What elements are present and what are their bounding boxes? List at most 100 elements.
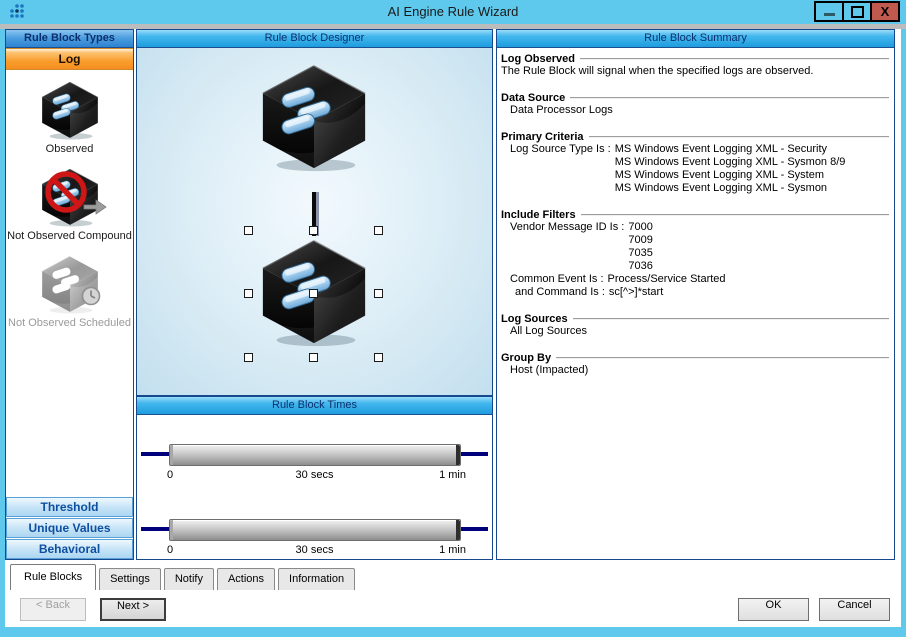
selection-handle[interactable] xyxy=(244,289,253,298)
rule-block-cube-top[interactable] xyxy=(255,58,373,176)
arrow-icon xyxy=(83,199,107,215)
type-item-label: Observed xyxy=(46,143,94,156)
unique-values-button[interactable]: Unique Values xyxy=(6,518,133,538)
close-button[interactable]: X xyxy=(870,1,900,22)
type-item-observed[interactable]: Observed xyxy=(6,80,133,156)
time-slider-1: 0 30 secs 1 min xyxy=(141,425,488,487)
slider-range-handle[interactable] xyxy=(169,519,461,541)
designer-header: Rule Block Designer xyxy=(137,30,492,48)
section-log-observed: Log Observed The Rule Block will signal … xyxy=(501,53,889,78)
tick-label: 30 secs xyxy=(141,469,488,481)
bottom-bar: Rule Blocks Settings Notify Actions Info… xyxy=(5,560,901,627)
rule-block-designer-panel: Rule Block Designer Rule Block Times 0 3… xyxy=(136,29,493,560)
data-source-value: Data Processor Logs xyxy=(501,104,889,117)
minimize-button[interactable] xyxy=(814,1,844,22)
selection-handle[interactable] xyxy=(244,226,253,235)
section-title: Primary Criteria xyxy=(501,131,584,143)
threshold-button[interactable]: Threshold xyxy=(6,497,133,517)
section-include-filters: Include Filters Vendor Message ID Is : 7… xyxy=(501,209,889,299)
log-observed-text: The Rule Block will signal when the spec… xyxy=(501,65,889,78)
rule-block-types-panel: Rule Block Types Log Observed xyxy=(5,29,134,560)
tab-actions[interactable]: Actions xyxy=(217,568,275,590)
selection-handle[interactable] xyxy=(374,226,383,235)
time-slider-2: 0 30 secs 1 min xyxy=(141,500,488,562)
maximize-icon xyxy=(851,6,864,18)
filter-label: and Command Is : xyxy=(515,286,605,299)
close-icon: X xyxy=(881,4,890,19)
section-title: Group By xyxy=(501,352,551,364)
minimize-icon xyxy=(824,13,835,16)
tab-notify[interactable]: Notify xyxy=(164,568,214,590)
window-title: AI Engine Rule Wizard xyxy=(0,4,906,19)
filter-value: 7035 xyxy=(628,247,652,260)
type-item-label: Not Observed Compound xyxy=(7,230,132,243)
group-by-value: Host (Impacted) xyxy=(501,364,889,377)
section-title: Log Observed xyxy=(501,53,575,65)
clock-icon xyxy=(81,286,101,306)
type-item-not-observed-compound[interactable]: Not Observed Compound xyxy=(6,167,133,243)
titlebar: AI Engine Rule Wizard X xyxy=(0,0,906,24)
ok-button[interactable]: OK xyxy=(738,598,809,621)
tick-label: 1 min xyxy=(439,469,466,481)
section-data-source: Data Source Data Processor Logs xyxy=(501,92,889,117)
tick-label: 1 min xyxy=(439,544,466,556)
criteria-value: MS Windows Event Logging XML - Security xyxy=(615,143,846,156)
filter-value: sc[^>]*start xyxy=(609,286,663,299)
rule-block-times-header: Rule Block Times xyxy=(137,396,492,415)
section-log-sources: Log Sources All Log Sources xyxy=(501,313,889,338)
ai-engine-rule-wizard-window: AI Engine Rule Wizard X Rule Block Types… xyxy=(0,0,906,637)
selection-handle[interactable] xyxy=(374,353,383,362)
tick-label: 30 secs xyxy=(141,544,488,556)
slider-ticks: 0 30 secs 1 min xyxy=(141,544,488,558)
slider-range-handle[interactable] xyxy=(169,444,461,466)
section-title: Include Filters xyxy=(501,209,576,221)
other-type-buttons: Threshold Unique Values Behavioral xyxy=(6,497,133,559)
section-rule xyxy=(556,357,889,359)
next-button[interactable]: Next > xyxy=(100,598,166,621)
filter-value: 7000 xyxy=(628,221,652,234)
criteria-value: MS Windows Event Logging XML - Sysmon xyxy=(615,182,846,195)
type-item-label: Not Observed Scheduled xyxy=(8,317,131,330)
section-group-by: Group By Host (Impacted) xyxy=(501,352,889,377)
criteria-value: MS Windows Event Logging XML - Sysmon 8/… xyxy=(615,156,846,169)
behavioral-button[interactable]: Behavioral xyxy=(6,539,133,559)
summary-body: Log Observed The Rule Block will signal … xyxy=(497,48,894,559)
wizard-tabs: Rule Blocks Settings Notify Actions Info… xyxy=(10,564,358,590)
section-title: Data Source xyxy=(501,92,565,104)
filter-label: Vendor Message ID Is : xyxy=(510,221,624,273)
rule-block-times-body: 0 30 secs 1 min 0 30 secs 1 min xyxy=(137,415,492,559)
selection-handle[interactable] xyxy=(309,289,318,298)
tab-rule-blocks[interactable]: Rule Blocks xyxy=(10,564,96,590)
type-item-not-observed-scheduled: Not Observed Scheduled xyxy=(6,254,133,330)
slider-ticks: 0 30 secs 1 min xyxy=(141,469,488,483)
selection-handle[interactable] xyxy=(244,353,253,362)
selection-handle[interactable] xyxy=(309,226,318,235)
tab-settings[interactable]: Settings xyxy=(99,568,161,590)
rule-block-types-header: Rule Block Types xyxy=(6,30,133,48)
rule-block-type-list: Observed Not Observed Compound xyxy=(6,70,133,497)
cancel-button[interactable]: Cancel xyxy=(819,598,890,621)
section-title: Log Sources xyxy=(501,313,568,325)
section-rule xyxy=(580,58,889,60)
filter-value: 7036 xyxy=(628,260,652,273)
tab-information[interactable]: Information xyxy=(278,568,355,590)
filter-value: 7009 xyxy=(628,234,652,247)
not-observed-scheduled-icon xyxy=(37,254,103,314)
designer-canvas[interactable] xyxy=(137,48,492,396)
section-rule xyxy=(581,214,889,216)
section-primary-criteria: Primary Criteria Log Source Type Is : MS… xyxy=(501,131,889,195)
section-rule xyxy=(589,136,889,138)
not-observed-compound-icon xyxy=(37,167,103,227)
filter-label: Common Event Is : xyxy=(510,273,604,286)
selection-handle[interactable] xyxy=(309,353,318,362)
summary-header: Rule Block Summary xyxy=(497,30,894,48)
rule-block-summary-panel: Rule Block Summary Log Observed The Rule… xyxy=(496,29,895,560)
filter-value: Process/Service Started xyxy=(608,273,726,286)
back-button: < Back xyxy=(20,598,86,621)
maximize-button[interactable] xyxy=(842,1,872,22)
section-rule xyxy=(573,318,889,320)
observed-cube-icon xyxy=(37,80,103,140)
criteria-label: Log Source Type Is : xyxy=(510,143,611,195)
selection-handle[interactable] xyxy=(374,289,383,298)
log-type-button[interactable]: Log xyxy=(6,48,133,70)
